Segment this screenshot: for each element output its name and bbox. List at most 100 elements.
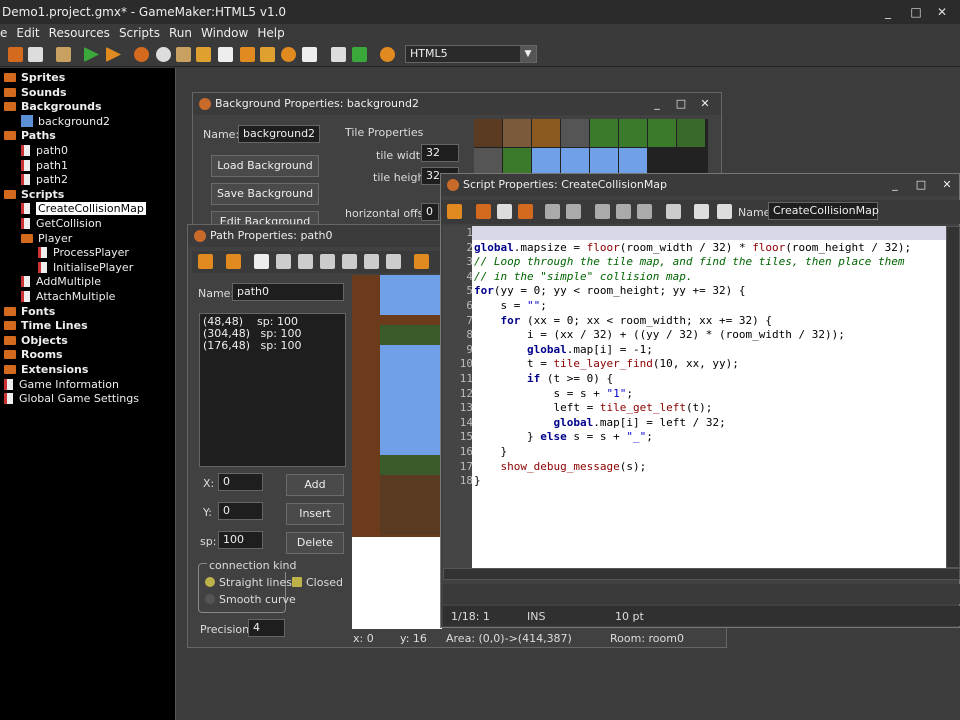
object-icon[interactable] <box>281 47 296 62</box>
script-minimize-button[interactable]: _ <box>883 174 907 196</box>
menu-edit[interactable]: Edit <box>16 24 39 43</box>
room-preview[interactable] <box>352 275 442 629</box>
goto-line-icon[interactable] <box>694 204 709 219</box>
background-icon[interactable] <box>176 47 191 62</box>
menu-window[interactable]: Window <box>201 24 248 43</box>
tile-width-field[interactable]: 32 <box>421 144 459 162</box>
tree-item-sounds[interactable]: Sounds <box>4 86 67 100</box>
tree-item-global-game-settings[interactable]: Global Game Settings <box>4 392 139 406</box>
tree-item-path0[interactable]: path0 <box>21 144 68 158</box>
rotate-icon[interactable] <box>386 254 401 269</box>
debug-run-icon[interactable] <box>106 47 121 62</box>
timeline-icon[interactable] <box>260 47 275 62</box>
script-name-field[interactable]: CreateCollisionMap <box>768 202 879 220</box>
tree-item-attachmultiple[interactable]: AttachMultiple <box>21 290 115 304</box>
room-icon[interactable] <box>302 47 317 62</box>
save-file-icon[interactable] <box>497 204 512 219</box>
bg-close-button[interactable]: ✕ <box>693 93 717 115</box>
arrow-left-icon[interactable] <box>414 254 429 269</box>
tree-item-sprites[interactable]: Sprites <box>4 71 65 85</box>
tree-item-createcollisionmap[interactable]: CreateCollisionMap <box>21 202 146 216</box>
editor-vertical-scrollbar[interactable] <box>946 226 960 568</box>
add-point-button[interactable]: Add <box>286 474 344 496</box>
editor-horizontal-scrollbar[interactable] <box>443 568 960 580</box>
tree-item-scripts[interactable]: Scripts <box>4 188 64 202</box>
close-button[interactable]: ✕ <box>930 0 954 24</box>
help-icon[interactable] <box>380 47 395 62</box>
path-point-item[interactable]: (176,48) sp: 100 <box>203 340 342 352</box>
redo-icon[interactable] <box>566 204 581 219</box>
flip-icon[interactable] <box>364 254 379 269</box>
tree-item-initialiseplayer[interactable]: InitialisePlayer <box>38 261 133 275</box>
sp-field[interactable]: 100 <box>218 531 263 549</box>
tree-item-paths[interactable]: Paths <box>4 129 56 143</box>
ok-icon[interactable] <box>198 254 213 269</box>
paste-icon[interactable] <box>637 204 652 219</box>
menu-file[interactable]: e <box>0 24 7 43</box>
export-icon[interactable] <box>56 47 71 62</box>
script-icon[interactable] <box>218 47 233 62</box>
mirror-v-icon[interactable] <box>342 254 357 269</box>
menu-help[interactable]: Help <box>257 24 284 43</box>
game-info-icon[interactable] <box>331 47 346 62</box>
bg-minimize-button[interactable]: _ <box>645 93 669 115</box>
bg-name-field[interactable]: background2 <box>238 125 320 143</box>
closed-checkbox[interactable]: Closed <box>292 576 343 589</box>
tree-item-path1[interactable]: path1 <box>21 159 68 173</box>
tree-item-addmultiple[interactable]: AddMultiple <box>21 275 101 289</box>
undo-icon[interactable] <box>545 204 560 219</box>
sound-icon[interactable] <box>156 47 171 62</box>
tree-item-extensions[interactable]: Extensions <box>4 363 88 377</box>
open-file-icon[interactable] <box>476 204 491 219</box>
path-icon[interactable] <box>196 47 211 62</box>
menu-run[interactable]: Run <box>169 24 192 43</box>
tree-item-fonts[interactable]: Fonts <box>4 305 55 319</box>
sprite-icon[interactable] <box>134 47 149 62</box>
y-field[interactable]: 0 <box>218 502 263 520</box>
insert-point-button[interactable]: Insert <box>286 503 344 525</box>
path-points-list[interactable]: (48,48) sp: 100 (304,48) sp: 100 (176,48) … <box>199 313 346 467</box>
menu-resources[interactable]: Resources <box>49 24 110 43</box>
smooth-curve-radio[interactable]: Smooth curve <box>205 593 296 606</box>
add-extension-icon[interactable] <box>352 47 367 62</box>
find-icon[interactable] <box>666 204 681 219</box>
copy-icon[interactable] <box>616 204 631 219</box>
tree-item-processplayer[interactable]: ProcessPlayer <box>38 246 129 260</box>
save-background-button[interactable]: Save Background <box>211 183 319 205</box>
tree-item-rooms[interactable]: Rooms <box>4 348 63 362</box>
menu-scripts[interactable]: Scripts <box>119 24 160 43</box>
tree-item-time-lines[interactable]: Time Lines <box>4 319 88 333</box>
bg-maximize-button[interactable]: □ <box>669 93 693 115</box>
x-field[interactable]: 0 <box>218 473 263 491</box>
mirror-h-icon[interactable] <box>320 254 335 269</box>
open-icon[interactable] <box>8 47 23 62</box>
straight-lines-radio[interactable]: Straight lines <box>205 576 292 589</box>
ok-icon[interactable] <box>447 204 462 219</box>
tree-item-getcollision[interactable]: GetCollision <box>21 217 102 231</box>
tree-item-player[interactable]: Player <box>21 232 72 246</box>
font-icon[interactable] <box>240 47 255 62</box>
print-icon[interactable] <box>518 204 533 219</box>
check-syntax-icon[interactable] <box>717 204 732 219</box>
tree-item-backgrounds[interactable]: Backgrounds <box>4 100 102 114</box>
run-icon[interactable] <box>84 47 99 62</box>
shift-icon[interactable] <box>298 254 313 269</box>
tree-item-game-information[interactable]: Game Information <box>4 378 119 392</box>
script-maximize-button[interactable]: □ <box>909 174 933 196</box>
tree-item-objects[interactable]: Objects <box>4 334 68 348</box>
platform-select[interactable]: HTML5 ▼ <box>405 45 537 63</box>
tree-item-background2[interactable]: background2 <box>21 114 110 129</box>
undo-icon[interactable] <box>226 254 241 269</box>
maximize-button[interactable]: □ <box>904 0 928 24</box>
cut-icon[interactable] <box>595 204 610 219</box>
script-close-button[interactable]: ✕ <box>935 174 959 196</box>
reverse-icon[interactable] <box>276 254 291 269</box>
tree-item-path2[interactable]: path2 <box>21 173 68 187</box>
clear-icon[interactable] <box>254 254 269 269</box>
code-editor[interactable]: var xx, yy, i, t, top, left, s;global.ma… <box>472 226 946 568</box>
path-name-field[interactable]: path0 <box>232 283 344 301</box>
precision-field[interactable]: 4 <box>248 619 285 637</box>
save-icon[interactable] <box>28 47 43 62</box>
load-background-button[interactable]: Load Background <box>211 155 319 177</box>
delete-point-button[interactable]: Delete <box>286 532 344 554</box>
